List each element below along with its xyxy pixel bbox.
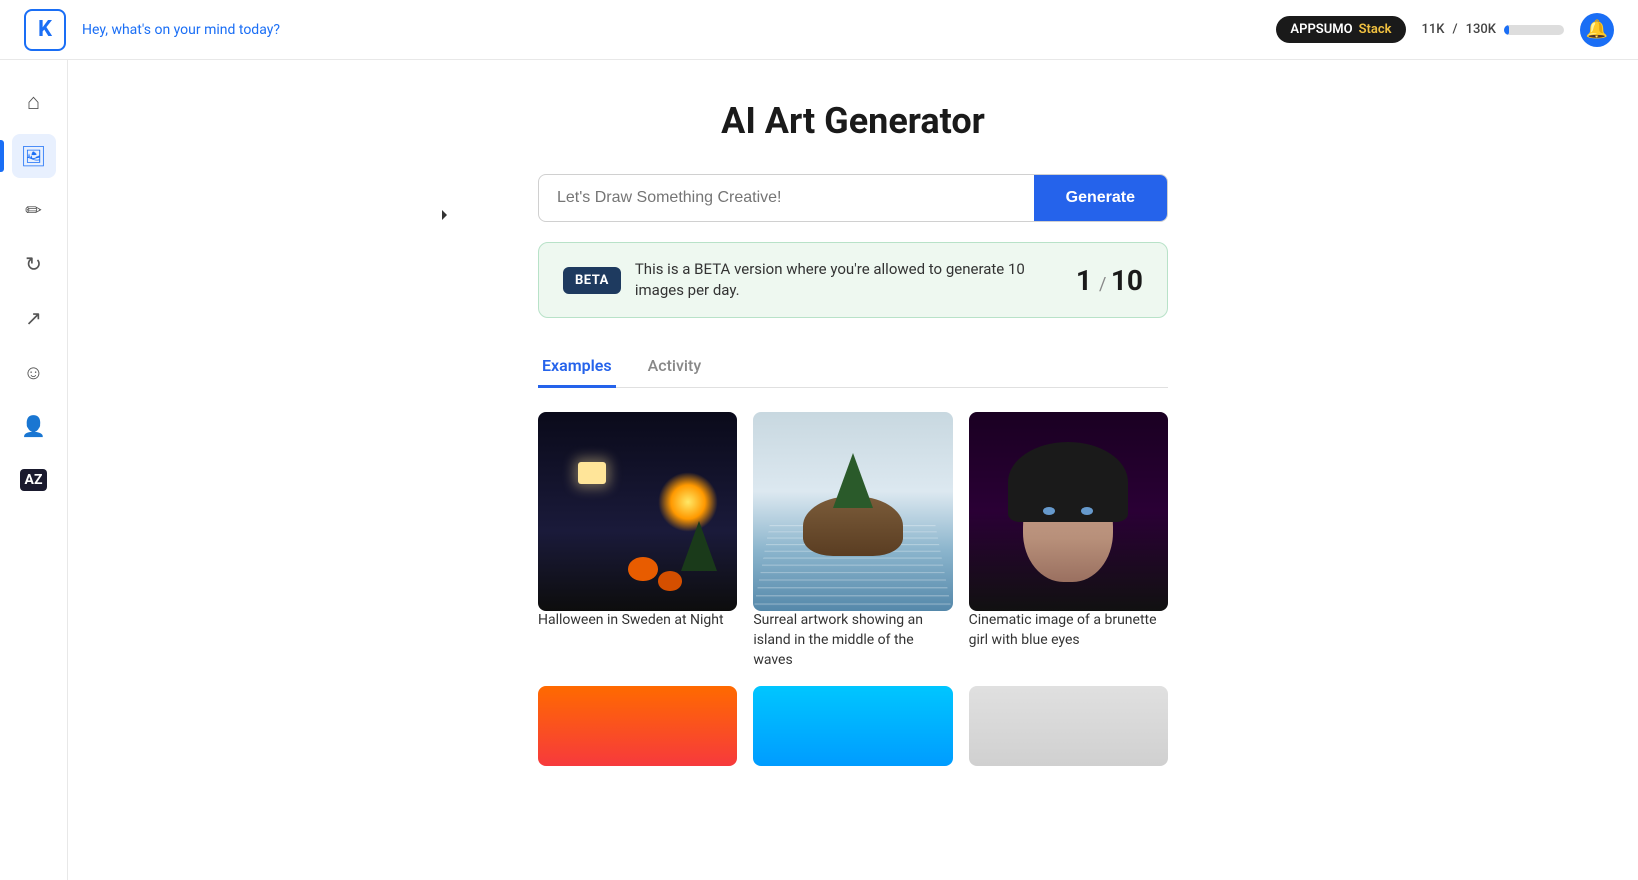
- sidebar-item-home[interactable]: ⌂: [12, 80, 56, 124]
- appsumo-label: APPSUMO: [1290, 22, 1352, 37]
- image-card-halloween[interactable]: Halloween in Sweden at Night: [538, 412, 737, 670]
- layout: ⌂ 🖼 ✏ ↻ ↗ ☺ 👤 AZ AI Art Generator Genera…: [0, 60, 1638, 880]
- stack-label: Stack: [1359, 22, 1392, 37]
- sidebar-item-az[interactable]: AZ: [12, 458, 56, 502]
- beta-slash: /: [1099, 274, 1111, 295]
- az-icon: AZ: [20, 469, 48, 491]
- credits-used: 11K: [1422, 22, 1445, 37]
- greeting-text: Hey, what's on your mind today?: [82, 22, 280, 38]
- page-title: AI Art Generator: [128, 100, 1578, 142]
- halloween-label: Halloween in Sweden at Night: [538, 611, 737, 631]
- logo[interactable]: K: [24, 9, 66, 51]
- sidebar-item-share[interactable]: ↗: [12, 296, 56, 340]
- image-grid: Halloween in Sweden at Night Surreal art…: [538, 412, 1168, 670]
- sidebar-item-edit[interactable]: ✏: [12, 188, 56, 232]
- partial-row: [538, 686, 1168, 766]
- portrait-label: Cinematic image of a brunette girl with …: [969, 611, 1168, 650]
- topnav-left: K Hey, what's on your mind today?: [24, 9, 280, 51]
- edit-icon: ✏: [25, 198, 42, 222]
- image-icon: 🖼: [21, 144, 46, 168]
- topnav-right: APPSUMO Stack 11K / 130K 🔔: [1276, 13, 1614, 47]
- generate-button[interactable]: Generate: [1034, 175, 1167, 221]
- credits-bar: 11K / 130K: [1422, 22, 1564, 37]
- sync-icon: ↻: [25, 252, 42, 276]
- credits-separator: /: [1453, 22, 1458, 37]
- sidebar-item-image[interactable]: 🖼: [12, 134, 56, 178]
- search-bar: Generate: [538, 174, 1168, 222]
- beta-left: BETA This is a BETA version where you're…: [563, 259, 1060, 301]
- tab-examples[interactable]: Examples: [538, 346, 616, 388]
- sidebar-item-user[interactable]: 👤: [12, 404, 56, 448]
- notification-icon: 🔔: [1586, 19, 1608, 40]
- partial-card-gray[interactable]: [969, 686, 1168, 766]
- beta-count: 1: [1076, 264, 1092, 297]
- topnav: K Hey, what's on your mind today? APPSUM…: [0, 0, 1638, 60]
- face-icon: ☺: [23, 360, 43, 385]
- partial-card-alien[interactable]: [753, 686, 952, 766]
- beta-banner: BETA This is a BETA version where you're…: [538, 242, 1168, 318]
- beta-total: 10: [1111, 264, 1143, 297]
- credits-fill: [1504, 25, 1509, 35]
- tab-activity[interactable]: Activity: [644, 346, 706, 388]
- beta-counter: 1 / 10: [1076, 264, 1143, 297]
- notification-button[interactable]: 🔔: [1580, 13, 1614, 47]
- appsumo-badge[interactable]: APPSUMO Stack: [1276, 16, 1405, 43]
- halloween-image: [538, 412, 737, 611]
- island-label: Surreal artwork showing an island in the…: [753, 611, 952, 670]
- island-image: [753, 412, 952, 611]
- search-input[interactable]: [539, 175, 1034, 221]
- beta-text: This is a BETA version where you're allo…: [635, 259, 1060, 301]
- sidebar-item-face[interactable]: ☺: [12, 350, 56, 394]
- portrait-image: [969, 412, 1168, 611]
- user-icon: 👤: [21, 414, 46, 438]
- credits-track: [1504, 25, 1564, 35]
- image-card-island[interactable]: Surreal artwork showing an island in the…: [753, 412, 952, 670]
- tabs: Examples Activity: [538, 346, 1168, 388]
- share-icon: ↗: [25, 306, 42, 330]
- sidebar: ⌂ 🖼 ✏ ↻ ↗ ☺ 👤 AZ: [0, 60, 68, 880]
- image-card-portrait[interactable]: Cinematic image of a brunette girl with …: [969, 412, 1168, 670]
- partial-card-fire[interactable]: [538, 686, 737, 766]
- main-content: AI Art Generator Generate BETA This is a…: [68, 60, 1638, 880]
- beta-tag: BETA: [563, 267, 621, 294]
- home-icon: ⌂: [27, 89, 40, 115]
- sidebar-item-sync[interactable]: ↻: [12, 242, 56, 286]
- credits-total: 130K: [1466, 22, 1496, 37]
